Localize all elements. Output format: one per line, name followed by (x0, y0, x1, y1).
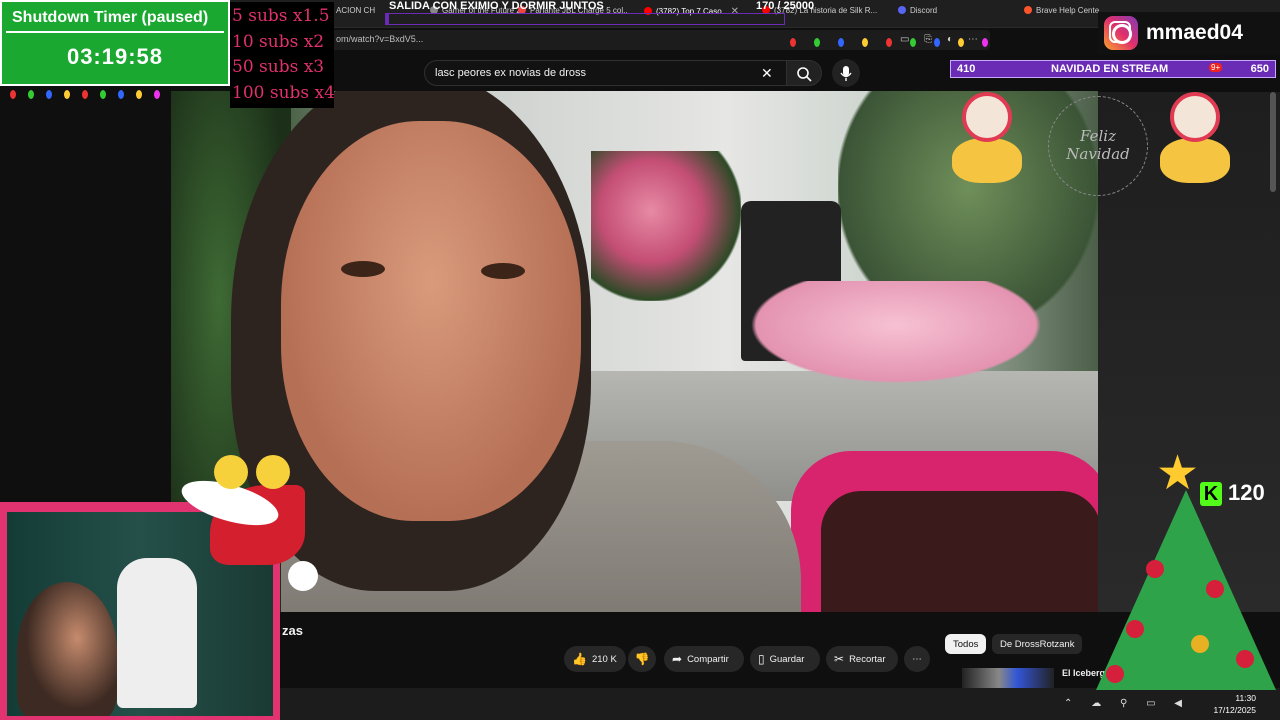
hat-pom (288, 561, 318, 591)
timer-divider (6, 31, 224, 33)
timer-value: 03:19:58 (66, 44, 164, 69)
mic-button[interactable] (832, 59, 860, 87)
instagram-handle: mmaed04 (1146, 21, 1243, 44)
duck-decoration (952, 138, 1022, 183)
chip-all[interactable]: Todos (945, 634, 987, 654)
goal-progress-bar (385, 13, 785, 25)
share-icon: ➦ (672, 652, 683, 666)
subs-tier: 5 subs x1.5 (232, 6, 330, 26)
video-scene-pillow (731, 281, 1061, 391)
like-button[interactable]: 👍 210 K (564, 646, 626, 672)
dislike-button[interactable]: 👎 (628, 646, 656, 672)
video-scene-flowers (591, 151, 741, 301)
duck-decoration (214, 455, 248, 489)
recommendation-thumbnail[interactable] (962, 668, 1054, 690)
feliz-line: Feliz (1080, 127, 1116, 145)
clock-date: 17/12/2025 (1213, 705, 1256, 715)
instagram-icon (1104, 16, 1138, 50)
video-scene-eye (341, 261, 385, 277)
clip-button[interactable]: ✂ Recortar (826, 646, 898, 672)
search-input[interactable]: lasc peores ex novias de dross (435, 67, 586, 79)
banner-left-count: 410 (957, 63, 976, 75)
shutdown-timer-widget: Shutdown Timer (paused) 03:19:58 (0, 0, 230, 86)
close-icon[interactable]: ✕ (761, 65, 773, 82)
ornament (1236, 650, 1254, 668)
save-label: Guardar (769, 653, 805, 665)
more-icon: ⋯ (912, 653, 922, 665)
goal-progress-fill (386, 14, 389, 24)
duck-decoration (1160, 138, 1230, 183)
duck-decoration (256, 455, 290, 489)
christmas-tree-decoration: ★ (1096, 450, 1276, 700)
mic-icon (840, 66, 852, 81)
search-button[interactable] (786, 60, 822, 86)
banner-right-count: 650 (1250, 63, 1269, 75)
scrollbar[interactable] (1270, 92, 1276, 192)
goal-title: SALIDA CON EXIMIO Y DORMIR JUNTOS (389, 0, 604, 12)
timer-title: Shutdown Timer (paused) (12, 9, 209, 26)
video-title: zas (282, 623, 303, 638)
ornament (1106, 665, 1124, 683)
tab-label: ACION CH (336, 6, 376, 15)
tab-7[interactable]: Brave Help Cente... (1024, 6, 1100, 22)
save-button[interactable]: ▯ Guardar (750, 646, 820, 672)
url-text: om/watch?v=BxdV5... (336, 34, 424, 44)
more-actions-button[interactable]: ⋯ (904, 646, 930, 672)
subs-multiplier-list: 5 subs x1.5 10 subs x2 50 subs x3 100 su… (230, 2, 335, 108)
save-icon: ▯ (758, 652, 765, 666)
tab-label: Discord (910, 6, 938, 15)
ornament (1146, 560, 1164, 578)
santa-duck-decoration (1150, 92, 1240, 187)
star-icon: ★ (1156, 447, 1200, 500)
goal-count: 170 / 25000 (756, 0, 815, 12)
video-scene-eye (481, 263, 525, 279)
subs-tier: 100 subs x4 (232, 82, 335, 103)
like-icon: 👍 (572, 652, 587, 666)
notification-badge: 9+ (1209, 63, 1223, 72)
discord-icon (898, 6, 906, 14)
instagram-overlay: mmaed04 (1098, 12, 1280, 54)
banner-title: NAVIDAD EN STREAM (1051, 63, 1169, 75)
tab-6[interactable]: Discord (898, 6, 968, 22)
chip-channel[interactable]: De DrossRotzank (992, 634, 1083, 654)
subs-tier: 50 subs x3 (232, 57, 325, 77)
share-label: Compartir (687, 653, 729, 665)
tab-1[interactable]: ACION CH (336, 6, 380, 22)
video-scene-person-face (281, 121, 581, 521)
santa-decoration (1170, 92, 1220, 142)
clip-icon: ✂ (834, 652, 845, 666)
ornament (1191, 635, 1209, 653)
share-button[interactable]: ➦ Compartir (664, 646, 744, 672)
webcam-person (17, 582, 117, 716)
feliz-line: Navidad (1066, 145, 1130, 163)
search-icon (797, 67, 812, 82)
brave-icon (1024, 6, 1032, 14)
stream-banner: 410 NAVIDAD EN STREAM 9+ 650 (950, 60, 1276, 78)
santa-hat-decoration (176, 455, 320, 591)
clip-label: Recortar (849, 653, 886, 665)
christmas-lights-decoration (10, 90, 170, 100)
santa-duck-decoration (942, 92, 1032, 187)
christmas-lights-decoration (790, 38, 1090, 48)
santa-decoration (962, 92, 1012, 142)
ornament (1126, 620, 1144, 638)
ornament (1206, 580, 1224, 598)
search-box[interactable]: lasc peores ex novias de dross ✕ (424, 60, 788, 86)
tab-label: Brave Help Cente... (1036, 6, 1100, 15)
dislike-icon: 👎 (634, 652, 650, 666)
video-scene-chair (821, 491, 1098, 612)
subs-tier: 10 subs x2 (232, 31, 325, 52)
feliz-navidad-decoration: Feliz Navidad (1048, 96, 1148, 196)
screen: ACION CH Gamer of the Future 202... Parl… (0, 0, 1280, 720)
like-count: 210 K (591, 653, 617, 665)
